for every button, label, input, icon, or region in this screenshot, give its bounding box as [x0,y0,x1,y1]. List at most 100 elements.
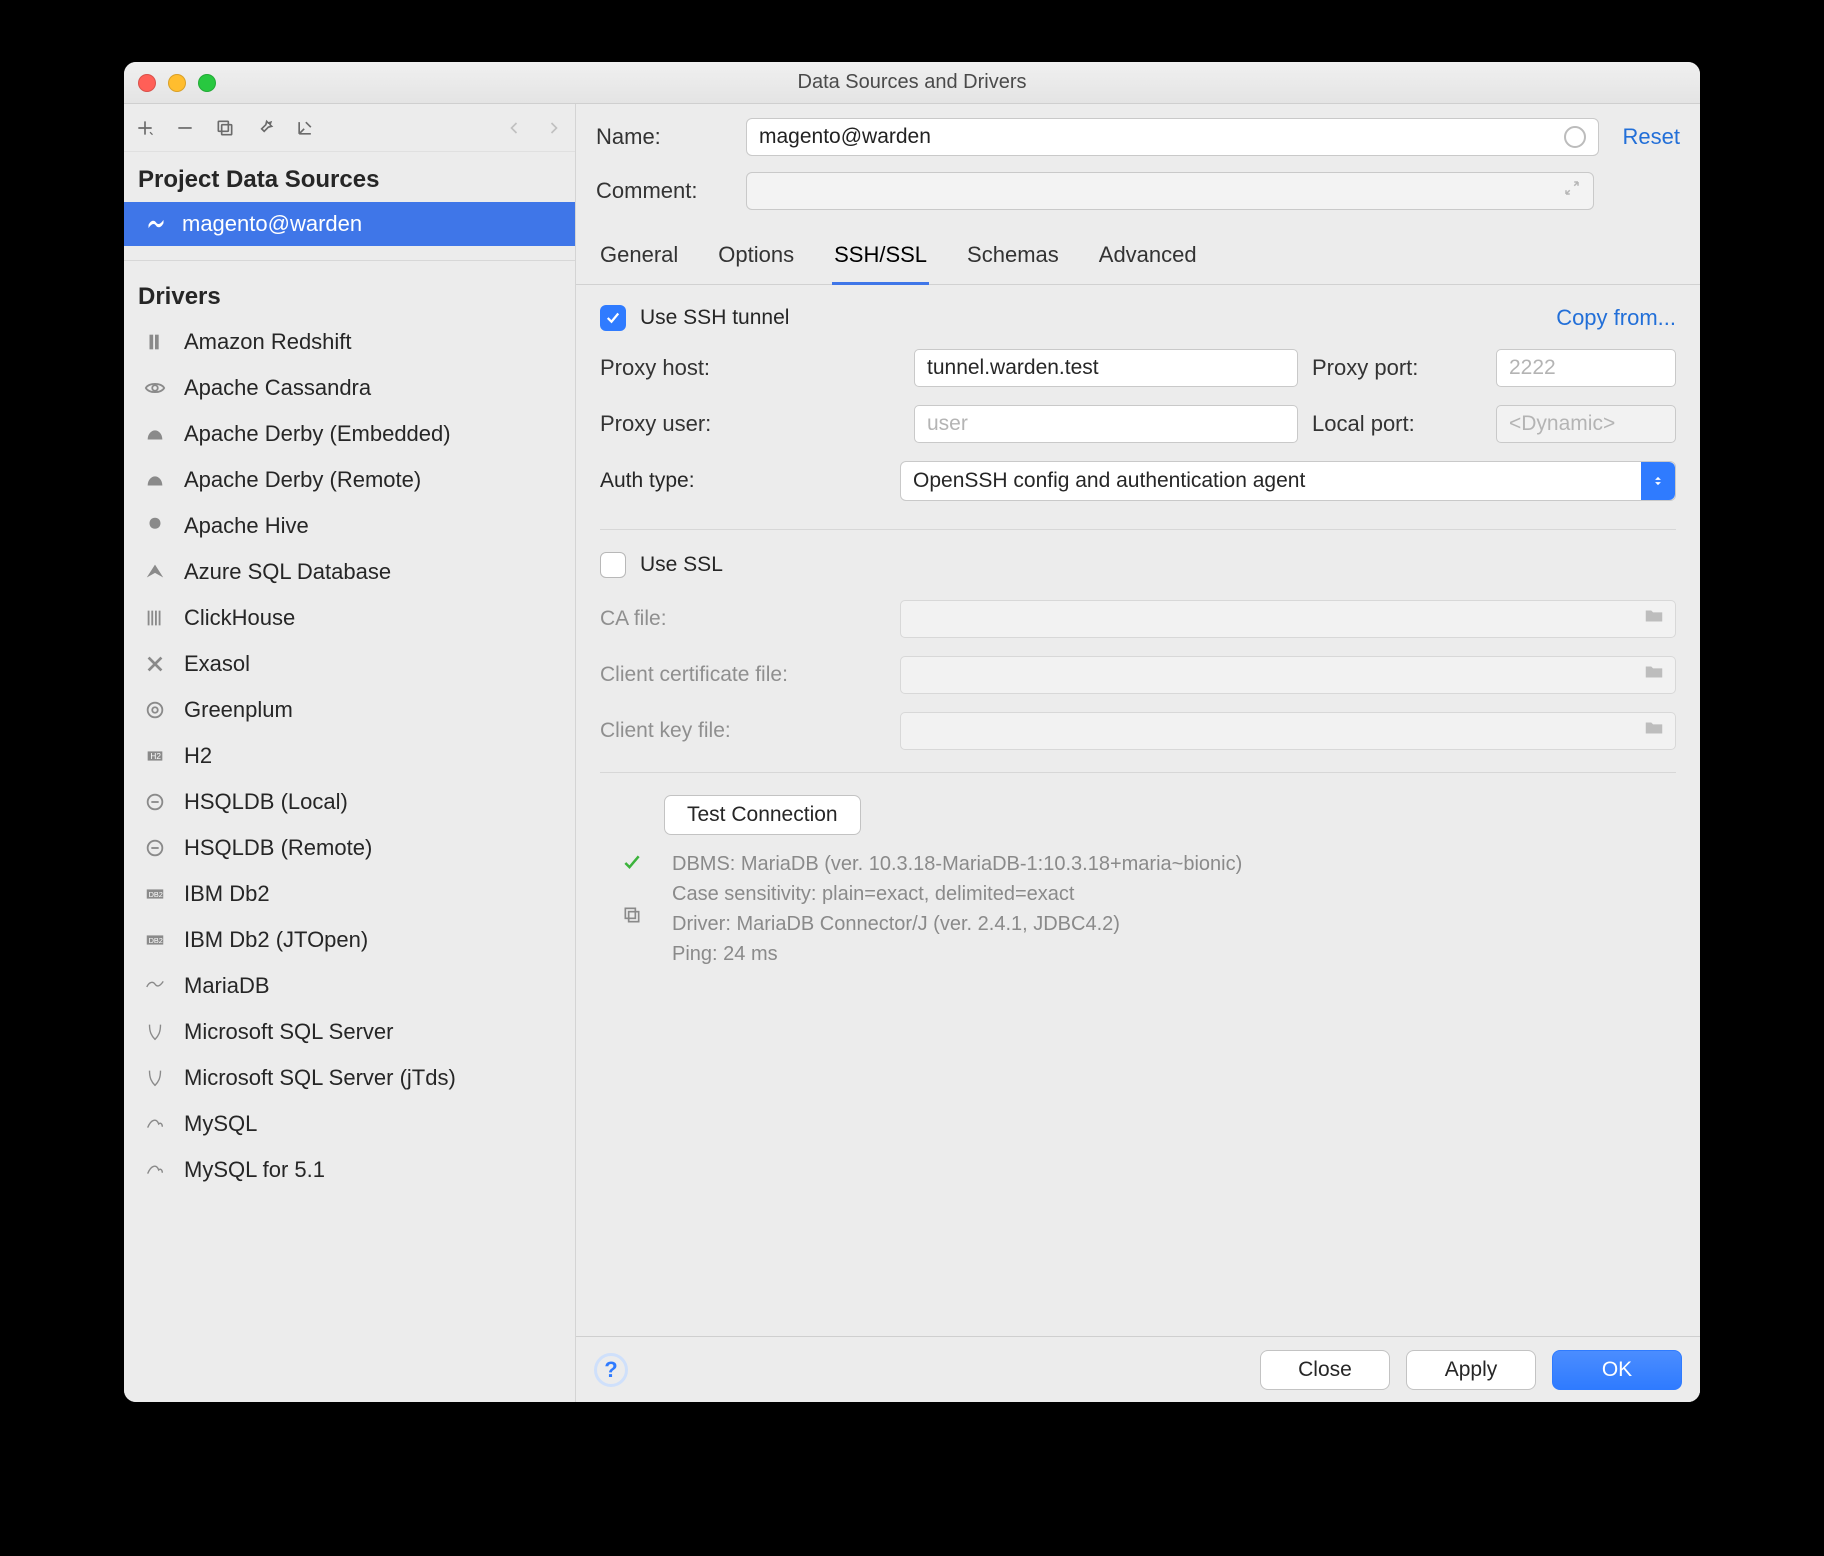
reset-link[interactable]: Reset [1623,124,1680,150]
driver-item[interactable]: Exasol [124,641,575,687]
driver-icon [142,1157,168,1183]
remove-icon[interactable] [174,117,196,139]
color-picker-icon[interactable] [1564,126,1586,148]
driver-label: Apache Derby (Embedded) [184,421,451,447]
proxy-port-label: Proxy port: [1312,355,1482,381]
data-source-item[interactable]: magento@warden [124,202,575,246]
driver-icon [142,467,168,493]
driver-icon [142,835,168,861]
sidebar-toolbar [124,104,575,152]
driver-icon [142,1065,168,1091]
connection-status-text: DBMS: MariaDB (ver. 10.3.18-MariaDB-1:10… [672,849,1242,969]
window-title: Data Sources and Drivers [124,71,1700,94]
svg-text:DB2: DB2 [149,890,163,899]
driver-label: Azure SQL Database [184,559,391,585]
driver-label: IBM Db2 [184,881,270,907]
use-ssh-tunnel-checkbox[interactable] [600,305,626,331]
folder-icon[interactable] [1643,661,1665,689]
driver-icon [142,789,168,815]
proxy-user-input[interactable]: user [914,405,1298,443]
driver-item[interactable]: Microsoft SQL Server (jTds) [124,1055,575,1101]
driver-item[interactable]: Apache Hive [124,503,575,549]
driver-item[interactable]: H2H2 [124,733,575,779]
client-key-label: Client key file: [600,719,900,743]
folder-icon[interactable] [1643,605,1665,633]
tab-schemas[interactable]: Schemas [965,232,1061,284]
comment-input[interactable] [746,172,1594,210]
driver-item[interactable]: Apache Cassandra [124,365,575,411]
tab-general[interactable]: General [598,232,680,284]
driver-item[interactable]: DB2 IBM Db2 (JTOpen) [124,917,575,963]
driver-item[interactable]: Apache Derby (Remote) [124,457,575,503]
driver-item[interactable]: DB2 IBM Db2 [124,871,575,917]
ssh-ssl-tab-content: Use SSH tunnel Copy from... Proxy host: … [576,285,1700,1336]
proxy-host-input[interactable]: tunnel.warden.test [914,349,1298,387]
proxy-user-label: Proxy user: [600,411,900,437]
driver-label: Apache Hive [184,513,309,539]
ok-button[interactable]: OK [1552,1350,1682,1390]
duplicate-icon[interactable] [214,117,236,139]
tab-advanced[interactable]: Advanced [1097,232,1199,284]
apply-button[interactable]: Apply [1406,1350,1536,1390]
driver-item[interactable]: Amazon Redshift [124,319,575,365]
tab-options[interactable]: Options [716,232,796,284]
add-icon[interactable] [134,117,156,139]
driver-item[interactable]: HSQLDB (Remote) [124,825,575,871]
driver-label: Greenplum [184,697,293,723]
driver-label: HSQLDB (Local) [184,789,348,815]
datasource-icon [144,214,168,234]
test-connection-button[interactable]: Test Connection [664,795,861,835]
driver-label: IBM Db2 (JTOpen) [184,927,368,953]
driver-label: HSQLDB (Remote) [184,835,372,861]
auth-type-select[interactable]: OpenSSH config and authentication agent [900,461,1676,501]
driver-item[interactable]: Microsoft SQL Server [124,1009,575,1055]
use-ssh-tunnel-label: Use SSH tunnel [640,306,789,330]
driver-label: H2 [184,743,212,769]
driver-label: MariaDB [184,973,270,999]
driver-icon [142,697,168,723]
driver-item[interactable]: MariaDB [124,963,575,1009]
driver-icon [142,421,168,447]
project-data-sources-header: Project Data Sources [124,152,575,202]
local-port-label: Local port: [1312,411,1482,437]
settings-icon[interactable] [254,117,276,139]
make-global-icon[interactable] [294,117,316,139]
name-label: Name: [596,124,746,150]
use-ssl-checkbox[interactable] [600,552,626,578]
driver-label: ClickHouse [184,605,295,631]
driver-item[interactable]: Apache Derby (Embedded) [124,411,575,457]
driver-item[interactable]: HSQLDB (Local) [124,779,575,825]
driver-icon [142,329,168,355]
driver-label: MySQL for 5.1 [184,1157,325,1183]
driver-item[interactable]: Greenplum [124,687,575,733]
expand-icon[interactable] [1563,179,1581,203]
tab-ssh-ssl[interactable]: SSH/SSL [832,232,929,285]
driver-item[interactable]: MySQL [124,1101,575,1147]
copy-from-link[interactable]: Copy from... [1556,305,1676,331]
local-port-input[interactable]: <Dynamic> [1496,405,1676,443]
driver-item[interactable]: Azure SQL Database [124,549,575,595]
driver-item[interactable]: ClickHouse [124,595,575,641]
driver-icon [142,973,168,999]
forward-icon[interactable] [543,117,565,139]
driver-icon [142,375,168,401]
auth-type-label: Auth type: [600,469,900,493]
name-input[interactable]: magento@warden [746,118,1599,156]
use-ssl-label: Use SSL [640,553,723,577]
driver-icon [142,651,168,677]
main-panel: Name: magento@warden Reset Comment: [576,104,1700,1402]
divider [600,529,1676,530]
close-button[interactable]: Close [1260,1350,1390,1390]
folder-icon[interactable] [1643,717,1665,745]
tab-bar: General Options SSH/SSL Schemas Advanced [576,232,1700,285]
sidebar: Project Data Sources magento@warden Driv… [124,104,576,1402]
copy-icon[interactable] [622,905,642,931]
help-button[interactable]: ? [594,1353,628,1387]
driver-label: MySQL [184,1111,257,1137]
back-icon[interactable] [503,117,525,139]
proxy-port-input[interactable]: 2222 [1496,349,1676,387]
driver-item[interactable]: MySQL for 5.1 [124,1147,575,1193]
driver-icon: DB2 [142,927,168,953]
driver-label: Exasol [184,651,250,677]
auth-type-value: OpenSSH config and authentication agent [913,469,1305,493]
